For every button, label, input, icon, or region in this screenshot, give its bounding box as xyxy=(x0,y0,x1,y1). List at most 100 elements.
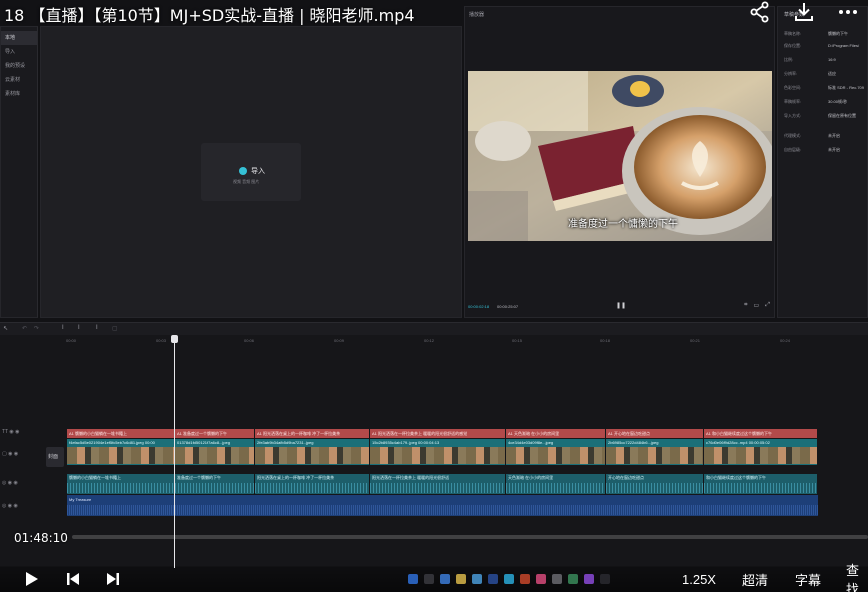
search-button[interactable]: 查找 xyxy=(846,563,868,592)
speed-button[interactable]: 1.25X xyxy=(682,570,716,588)
current-time: 01:48:10 xyxy=(14,531,68,545)
music-clip[interactable]: My Treasure xyxy=(67,495,818,516)
prop-row: 代理模式: 未开启 xyxy=(784,133,840,138)
taskbar-icons xyxy=(408,574,610,584)
app-icon[interactable] xyxy=(472,574,482,584)
split-left-icon[interactable]: I xyxy=(78,325,80,331)
top-actions xyxy=(748,0,860,24)
video-clip[interactable]: 4ce34d4e03d09f8e...jpeg xyxy=(506,439,606,465)
preview-controls: 00:00:02:18 00:00:25:07 ❚❚ ⌗ ▭ ⤢ xyxy=(465,295,774,317)
video-clip[interactable]: 01378d1fd50121f7a6c8...jpeg xyxy=(175,439,255,465)
audio-clip[interactable]: 慵懒的小白猫躺在一堆书籍上 xyxy=(67,474,175,494)
timeline-ruler: 00:00 00:03 00:06 00:09 00:12 00:15 00:1… xyxy=(66,338,791,343)
app-icon[interactable] xyxy=(568,574,578,584)
audio-clip[interactable]: 阳光洒落在一杯拉美茶上 暖暖的阳光很舒适 xyxy=(370,474,506,494)
import-button[interactable]: 导入 视频 音频 图片 xyxy=(201,143,301,201)
import-label: 导入 xyxy=(251,168,265,175)
text-clip[interactable]: A1 阳光洒落在桌上的一杯咖啡 冲了一杯拉美茶 xyxy=(255,429,370,438)
app-icon[interactable] xyxy=(552,574,562,584)
prop-row: 自由层级: 未开启 xyxy=(784,147,840,152)
plus-icon xyxy=(239,167,247,175)
cover-button[interactable]: 封面 xyxy=(46,447,64,467)
text-clip[interactable]: A1 天色渐暗 在小小的房间里 xyxy=(506,429,606,438)
video-clip[interactable]: c76d0e06f9d28cc..mp4 00:00:05:02 xyxy=(704,439,818,465)
sidebar-item-library[interactable]: 素材库 xyxy=(1,87,37,101)
timeline-panel: ↖ ↶ ↷ I I I ▢ 00:00 00:03 00:06 00:09 00… xyxy=(0,322,868,568)
video-clip[interactable]: 15c2b8935c4ab179..jpeg 00:00:04:13 xyxy=(370,439,506,465)
app-icon[interactable] xyxy=(536,574,546,584)
prop-row: 导入方式: 保留在原有位置 xyxy=(784,113,856,118)
app-icon[interactable] xyxy=(504,574,514,584)
video-clip[interactable]: 2b6985cc7222d484b6...jpeg xyxy=(606,439,704,465)
prop-row: 色彩空间: 标准 SDR - Rec.709 xyxy=(784,85,865,90)
progress-bar[interactable] xyxy=(72,535,868,539)
undo-icon[interactable]: ↶ xyxy=(22,325,27,332)
preview-timecode-total: 00:00:25:07 xyxy=(497,304,519,309)
audio-track-controls[interactable]: ◎ ◉ ◉ xyxy=(2,480,18,486)
prop-row: 比例: 16:9 xyxy=(784,57,836,62)
screen: 18 【直播】【第10节】MJ+SD实战-直播 | 晓阳老师.mp4 本地 导入… xyxy=(0,0,868,592)
folder-icon[interactable] xyxy=(456,574,466,584)
delete-icon[interactable]: ▢ xyxy=(112,325,118,332)
audio-clip[interactable]: 阳光洒落在桌上的一杯咖啡 冲了一杯拉美茶 xyxy=(255,474,370,494)
app-icon[interactable] xyxy=(520,574,530,584)
music-track-controls[interactable]: ◎ ◉ ◉ xyxy=(2,503,18,509)
video-title-bar: 18 【直播】【第10节】MJ+SD实战-直播 | 晓阳老师.mp4 xyxy=(0,0,868,26)
video-clip[interactable]: 2fe3ab9b34afb5d9ba7231..jpeg xyxy=(255,439,370,465)
video-title: 18 【直播】【第10节】MJ+SD实战-直播 | 晓阳老师.mp4 xyxy=(4,6,415,25)
split-icon[interactable]: I xyxy=(62,325,64,331)
play-icon xyxy=(26,572,38,586)
audio-clip[interactable]: 准备度过一个慵懒的下午 xyxy=(175,474,255,494)
app-icon[interactable] xyxy=(440,574,450,584)
text-clip[interactable]: A1 慵懒的小白猫躺在一堆书籍上 xyxy=(67,429,175,438)
text-track-controls[interactable]: TT ◉ ◉ xyxy=(2,429,20,435)
quality-button[interactable]: 超清 xyxy=(742,570,768,588)
share-icon[interactable] xyxy=(748,0,772,24)
redo-icon[interactable]: ↷ xyxy=(34,325,39,332)
preview-pause-icon[interactable]: ❚❚ xyxy=(616,302,626,309)
app-icon[interactable] xyxy=(600,574,610,584)
media-panel: 导入 视频 音频 图片 xyxy=(40,26,462,318)
import-sublabel: 视频 音频 图片 xyxy=(233,179,260,184)
play-button[interactable] xyxy=(22,570,40,588)
audio-clip[interactable]: 和小白猫继续度过这个慵懒的下午 xyxy=(704,474,818,494)
sidebar-item-cloud[interactable]: 云素材 xyxy=(1,73,37,87)
player-controls: 1.25X 超清 字幕 查找 xyxy=(0,563,868,592)
text-clip[interactable]: A1 开心地在窗边吃甜点 xyxy=(606,429,704,438)
subtitle-button[interactable]: 字幕 xyxy=(795,570,821,588)
text-clip[interactable]: A1 准备度过一个慵懒的下午 xyxy=(175,429,255,438)
prop-row: 保存位置: D:/Program Files/ xyxy=(784,43,860,48)
preview-panel: 播放器 准备度过一个慵懒的下午 00:00:02:18 00:00:25:07 … xyxy=(464,6,775,318)
next-button[interactable] xyxy=(104,570,122,588)
text-clip[interactable]: A1 阳光洒落在一杯拉美茶上 暖暖的阳光很舒适的感觉 xyxy=(370,429,506,438)
previous-button[interactable] xyxy=(64,570,82,588)
split-right-icon[interactable]: I xyxy=(96,325,98,331)
preview-tools: ⌗ ▭ ⤢ xyxy=(744,302,770,309)
ratio-icon[interactable]: ▭ xyxy=(754,302,760,309)
audio-clip[interactable]: 开心地在窗边吃甜点 xyxy=(606,474,704,494)
skip-back-icon xyxy=(67,573,79,585)
text-clip[interactable]: A1 和小白猫继续度过这个慵懒的下午 xyxy=(704,429,818,438)
windows-icon[interactable] xyxy=(408,574,418,584)
select-tool-icon[interactable]: ↖ xyxy=(3,325,8,332)
app-icon[interactable] xyxy=(488,574,498,584)
crop-icon[interactable]: ⌗ xyxy=(744,302,747,309)
sidebar-item-presets[interactable]: 我的预设 xyxy=(1,59,37,73)
prop-row: 分辨率: 适应 xyxy=(784,71,836,76)
skip-forward-icon xyxy=(107,573,119,585)
properties-panel: 草稿参数 草稿名称: 慵懒的下午 保存位置: D:/Program Files/ 比… xyxy=(777,6,868,318)
more-icon[interactable] xyxy=(836,0,860,24)
video-track-controls[interactable]: ▢ ◉ ◉ xyxy=(2,451,18,457)
app-icon[interactable] xyxy=(424,574,434,584)
preview-subtitle: 准备度过一个慵懒的下午 xyxy=(568,219,678,230)
playhead[interactable] xyxy=(174,335,175,568)
sidebar-item-local[interactable]: 本地 xyxy=(1,31,37,45)
playhead-handle[interactable] xyxy=(171,335,178,343)
app-icon[interactable] xyxy=(584,574,594,584)
audio-clip[interactable]: 天色渐暗 在小小的房间里 xyxy=(506,474,606,494)
fullscreen-icon[interactable]: ⤢ xyxy=(765,302,770,309)
preview-timecode-current: 00:00:02:18 xyxy=(468,304,490,309)
video-clip[interactable]: f4efac5d5e021904e1ef5fc5eb7c6d81.jpeg 00… xyxy=(67,439,175,465)
sidebar-item-import[interactable]: 导入 xyxy=(1,45,37,59)
download-icon[interactable] xyxy=(792,0,816,24)
